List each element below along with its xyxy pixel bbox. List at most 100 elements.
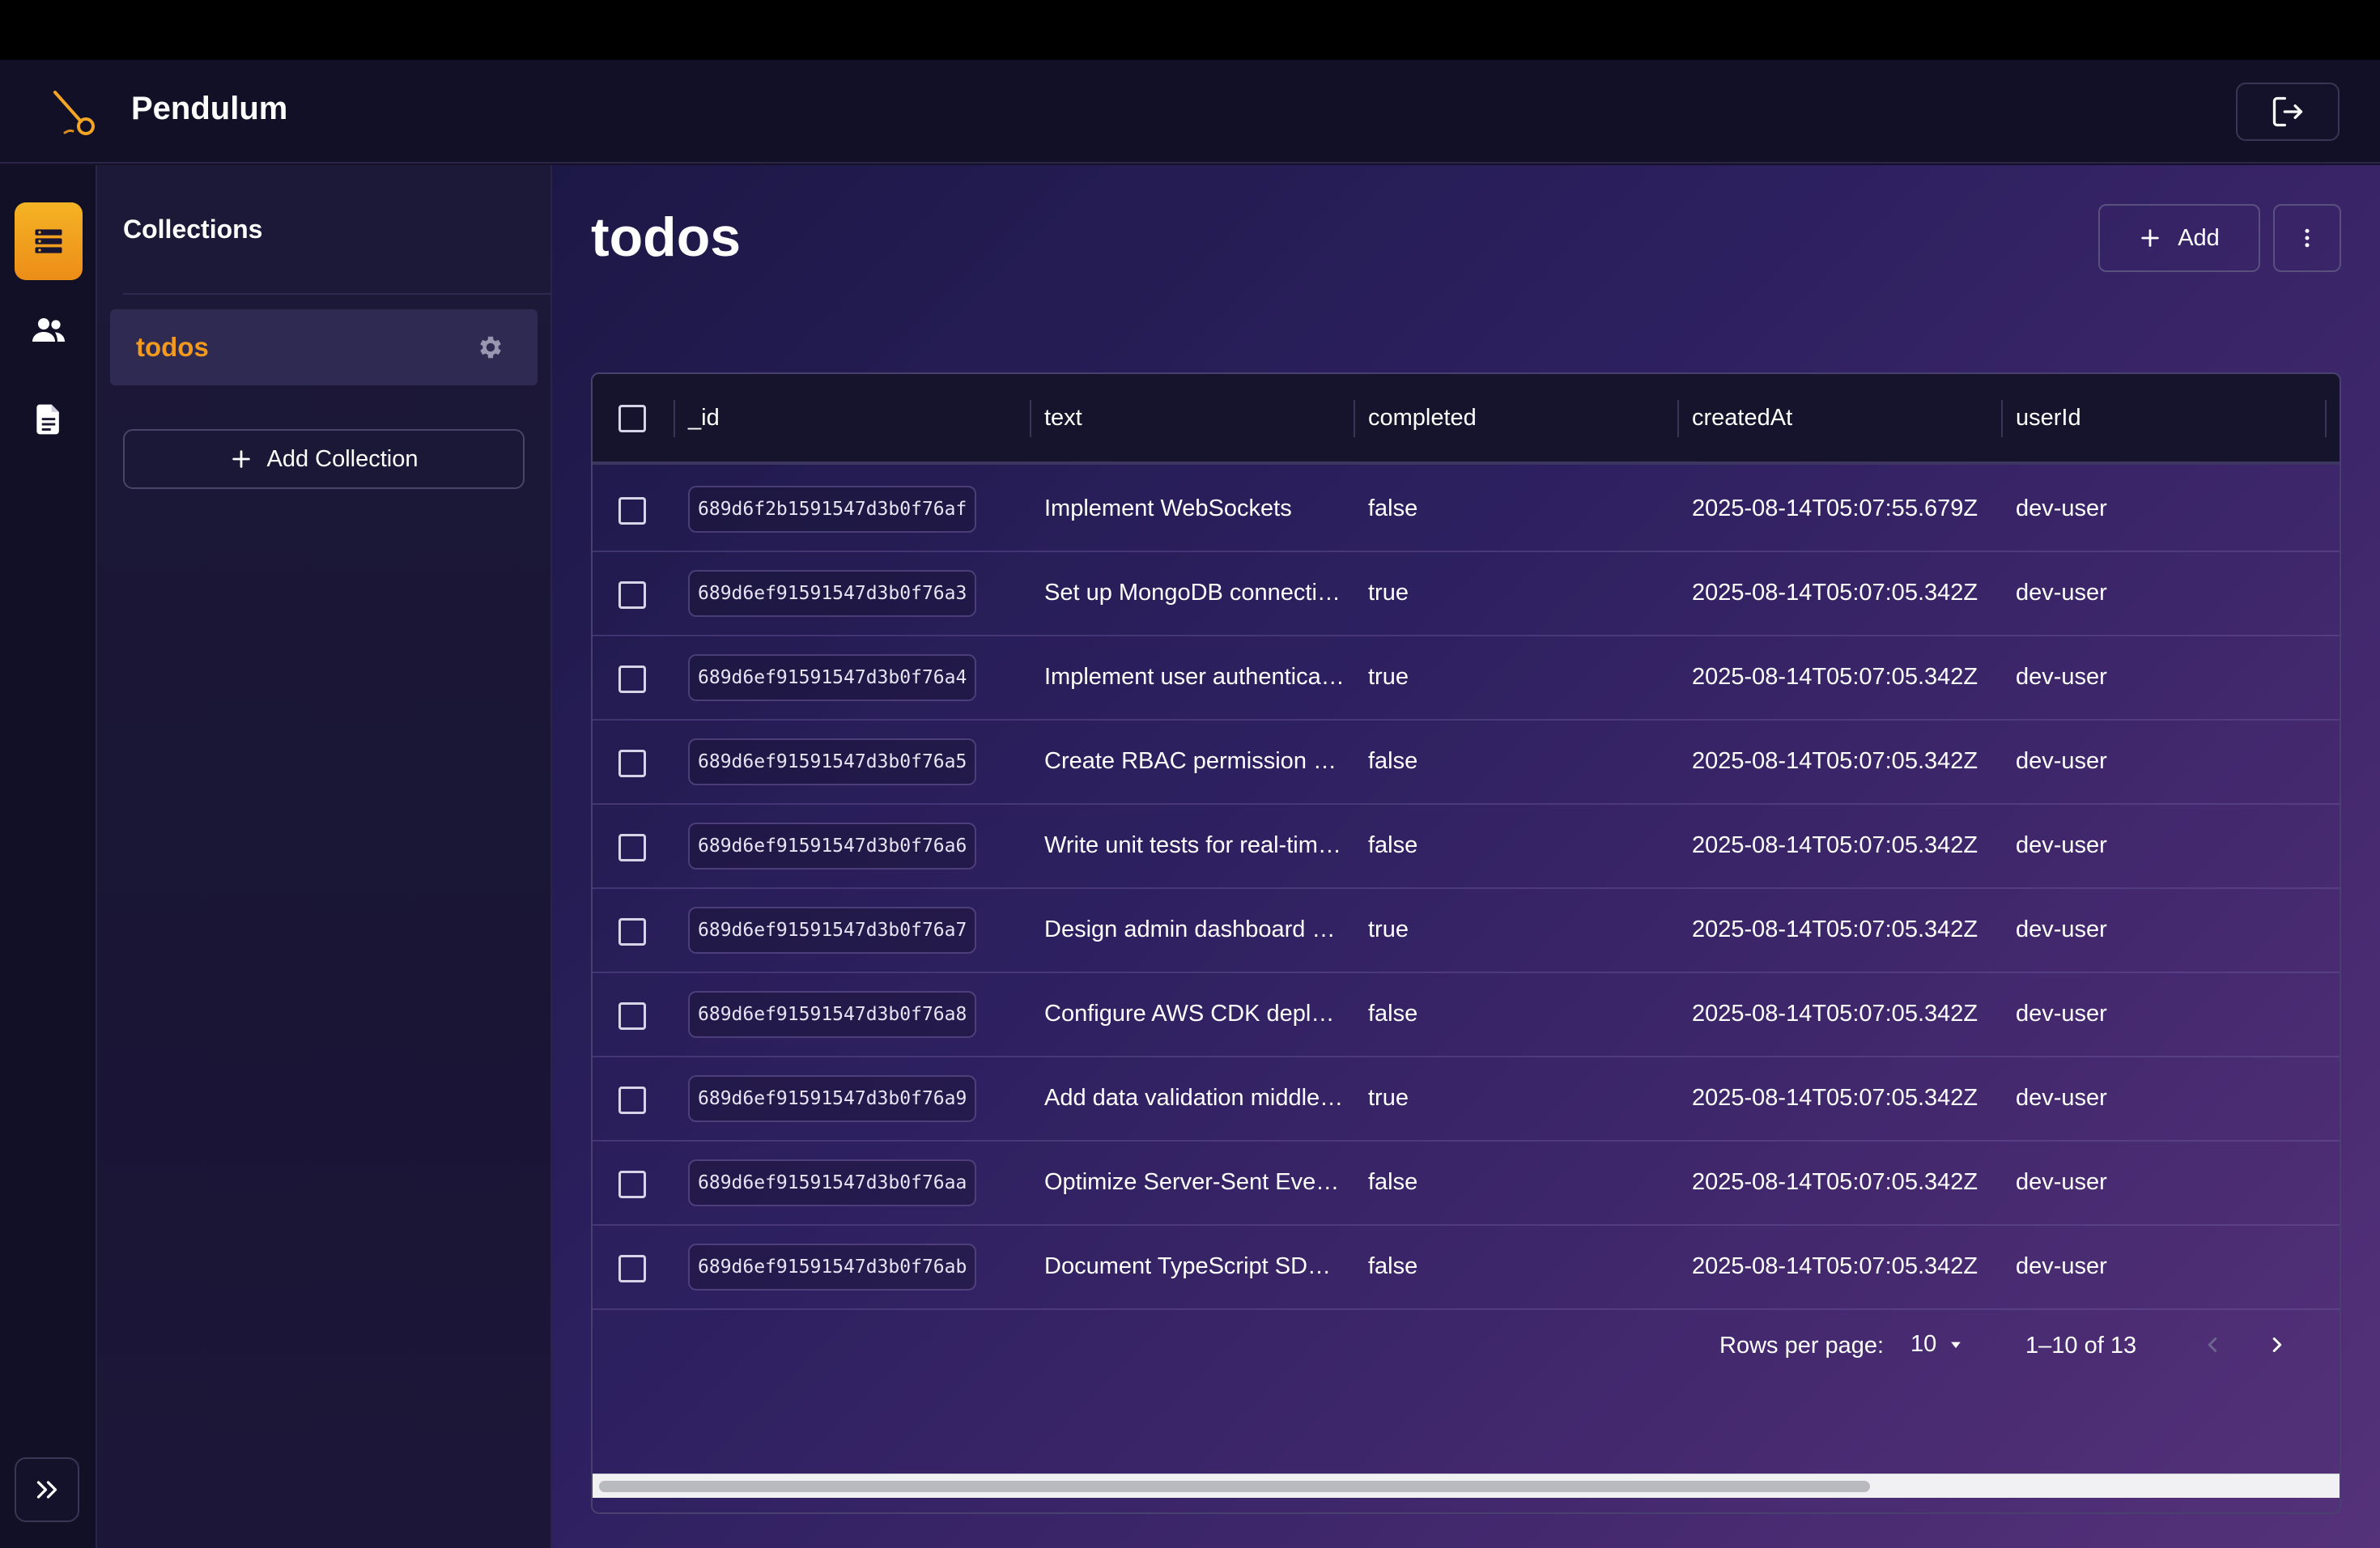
cell-text: Implement user authentica…	[1044, 664, 1345, 690]
select-all-checkbox[interactable]	[618, 405, 646, 432]
expand-sidebar-button[interactable]	[15, 1457, 79, 1522]
chevron-right-icon	[2272, 1337, 2282, 1352]
table-row[interactable]: 689d6ef91591547d3b0f76a5 Create RBAC per…	[593, 721, 2340, 805]
cell-createdat: 2025-08-14T05:07:05.342Z	[1692, 916, 1978, 942]
cell-completed: false	[1368, 495, 1418, 521]
brand-name: Pendulum	[131, 91, 288, 126]
id-chip: 689d6f2b1591547d3b0f76af	[688, 486, 977, 533]
cell-createdat: 2025-08-14T05:07:05.342Z	[1692, 1253, 1978, 1279]
cell-completed: false	[1368, 748, 1418, 774]
app-root: Pendulum Collections todos Add Collectio…	[0, 60, 2380, 1548]
column-header-id[interactable]: _id	[688, 405, 720, 432]
cell-text: Design admin dashboard …	[1044, 916, 1336, 942]
pagination-range: 1–10 of 13	[2025, 1333, 2137, 1359]
table-row[interactable]: 689d6ef91591547d3b0f76aa Optimize Server…	[593, 1142, 2340, 1226]
row-checkbox[interactable]	[618, 1255, 646, 1282]
cell-text: Optimize Server-Sent Eve…	[1044, 1169, 1340, 1195]
add-document-button[interactable]: Add	[2098, 204, 2260, 272]
cell-completed: false	[1368, 1001, 1418, 1027]
cell-userid: dev-user	[2016, 832, 2107, 858]
cell-completed: true	[1368, 1085, 1409, 1111]
row-checkbox[interactable]	[618, 581, 646, 609]
more-options-button[interactable]	[2273, 204, 2341, 272]
gear-icon[interactable]	[476, 333, 505, 362]
table-row[interactable]: 689d6f2b1591547d3b0f76af Implement WebSo…	[593, 468, 2340, 552]
add-collection-button[interactable]: Add Collection	[123, 429, 525, 489]
table-row[interactable]: 689d6ef91591547d3b0f76a7 Design admin da…	[593, 889, 2340, 973]
cell-userid: dev-user	[2016, 1001, 2107, 1027]
cell-userid: dev-user	[2016, 580, 2107, 606]
cell-createdat: 2025-08-14T05:07:05.342Z	[1692, 580, 1978, 606]
cell-completed: true	[1368, 664, 1409, 690]
cell-text: Create RBAC permission …	[1044, 748, 1337, 774]
cell-userid: dev-user	[2016, 495, 2107, 521]
column-separator	[2001, 400, 2003, 437]
row-checkbox[interactable]	[618, 918, 646, 946]
table-row[interactable]: 689d6ef91591547d3b0f76a9 Add data valida…	[593, 1057, 2340, 1142]
collection-item-todos[interactable]: todos	[110, 309, 538, 385]
chevron-left-icon	[2208, 1337, 2217, 1352]
chevrons-right-icon	[36, 1481, 57, 1499]
table-row[interactable]: 689d6ef91591547d3b0f76a6 Write unit test…	[593, 805, 2340, 889]
column-header-completed[interactable]: completed	[1368, 405, 1477, 432]
table-row[interactable]: 689d6ef91591547d3b0f76a4 Implement user …	[593, 636, 2340, 721]
row-checkbox[interactable]	[618, 1171, 646, 1198]
cell-userid: dev-user	[2016, 748, 2107, 774]
rail-collections-button[interactable]	[15, 202, 83, 280]
cell-completed: false	[1368, 832, 1418, 858]
id-chip: 689d6ef91591547d3b0f76aa	[688, 1159, 977, 1206]
next-page-button[interactable]	[2259, 1326, 2296, 1363]
page-title: todos	[591, 206, 742, 268]
row-checkbox[interactable]	[618, 750, 646, 777]
rows-per-page-value: 10	[1910, 1331, 1937, 1357]
row-checkbox[interactable]	[618, 1002, 646, 1030]
horizontal-scrollbar[interactable]	[593, 1474, 2340, 1498]
cell-text: Write unit tests for real-tim…	[1044, 832, 1341, 858]
cell-createdat: 2025-08-14T05:07:05.342Z	[1692, 1001, 1978, 1027]
previous-page-button[interactable]	[2194, 1326, 2231, 1363]
column-separator	[2325, 400, 2327, 437]
cell-completed: true	[1368, 916, 1409, 942]
table-header: _id text completed createdAt userId	[593, 374, 2340, 465]
logout-button[interactable]	[2236, 83, 2340, 141]
column-header-createdat[interactable]: createdAt	[1692, 405, 1792, 432]
cell-createdat: 2025-08-14T05:07:05.342Z	[1692, 664, 1978, 690]
rows-per-page-select[interactable]: 10	[1910, 1331, 1964, 1358]
rows-per-page-label: Rows per page:	[1719, 1333, 1885, 1359]
cell-userid: dev-user	[2016, 1169, 2107, 1195]
scrollbar-thumb[interactable]	[599, 1481, 1870, 1492]
add-button-label: Add	[2178, 224, 2220, 251]
window-top-bar	[0, 0, 2380, 60]
cell-createdat: 2025-08-14T05:07:05.342Z	[1692, 832, 1978, 858]
cell-completed: true	[1368, 580, 1409, 606]
rail-documents-button[interactable]	[15, 381, 83, 458]
cell-text: Configure AWS CDK depl…	[1044, 1001, 1335, 1027]
cell-text: Set up MongoDB connecti…	[1044, 580, 1341, 606]
cell-completed: false	[1368, 1253, 1418, 1279]
id-chip: 689d6ef91591547d3b0f76a5	[688, 738, 977, 785]
cell-text: Document TypeScript SD…	[1044, 1253, 1332, 1279]
table-row[interactable]: 689d6ef91591547d3b0f76a8 Configure AWS C…	[593, 973, 2340, 1057]
row-checkbox[interactable]	[618, 1087, 646, 1114]
column-header-userid[interactable]: userId	[2016, 405, 2081, 432]
add-collection-label: Add Collection	[266, 445, 419, 472]
pendulum-logo-icon	[53, 91, 95, 135]
cell-userid: dev-user	[2016, 664, 2107, 690]
column-separator	[1030, 400, 1031, 437]
column-header-text[interactable]: text	[1044, 405, 1082, 432]
id-chip: 689d6ef91591547d3b0f76a9	[688, 1075, 977, 1122]
id-chip: 689d6ef91591547d3b0f76a7	[688, 907, 977, 954]
table-row[interactable]: 689d6ef91591547d3b0f76a3 Set up MongoDB …	[593, 552, 2340, 636]
more-vertical-icon	[2305, 228, 2310, 248]
cell-createdat: 2025-08-14T05:07:05.342Z	[1692, 1169, 1978, 1195]
rail-users-button[interactable]	[15, 291, 83, 369]
cell-text: Implement WebSockets	[1044, 495, 1292, 521]
icon-rail	[0, 165, 97, 1548]
id-chip: 689d6ef91591547d3b0f76a4	[688, 654, 977, 701]
id-chip: 689d6ef91591547d3b0f76a3	[688, 570, 977, 617]
row-checkbox[interactable]	[618, 666, 646, 693]
table-row[interactable]: 689d6ef91591547d3b0f76ab Document TypeSc…	[593, 1226, 2340, 1310]
row-checkbox[interactable]	[618, 497, 646, 525]
logout-icon	[2272, 96, 2303, 127]
row-checkbox[interactable]	[618, 834, 646, 861]
